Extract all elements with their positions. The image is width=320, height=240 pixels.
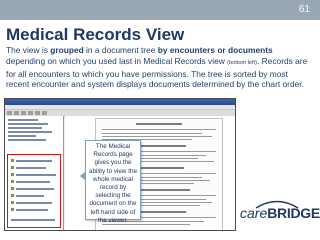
tree-item[interactable] <box>16 181 50 183</box>
doc-text-line <box>102 136 212 137</box>
desc-bold-encounters: by encounters or documents <box>157 45 273 55</box>
doc-text-line <box>102 133 202 134</box>
toolbar-button[interactable] <box>21 111 26 115</box>
tree-item[interactable] <box>16 160 52 162</box>
tree-node-icon <box>11 208 14 211</box>
toolbar-button[interactable] <box>7 111 12 115</box>
desc-text-3: depending on which you used last in Medi… <box>6 55 228 66</box>
logo-arc-icon <box>255 200 299 209</box>
slide-description: The view is grouped in a document tree b… <box>6 45 312 90</box>
desc-text-2: in a document tree <box>83 45 158 55</box>
doc-rule <box>102 129 216 130</box>
tree-item[interactable] <box>8 119 38 121</box>
desc-bold-grouped: grouped <box>50 45 84 55</box>
document-tree-pane <box>5 116 64 230</box>
top-bar: 61 <box>0 0 320 20</box>
tree-node-icon <box>11 173 14 176</box>
tree-node-icon <box>11 159 14 162</box>
slide-title: Medical Records View <box>6 25 185 44</box>
page-number: 61 <box>298 4 310 15</box>
tree-item[interactable] <box>16 174 56 176</box>
carebridge-logo: careBRIDGE <box>240 200 320 229</box>
tree-node-icon <box>11 166 14 169</box>
tree-item[interactable] <box>8 123 48 125</box>
toolbar-button[interactable] <box>35 111 40 115</box>
tree-node-icon <box>11 180 14 183</box>
tree-item[interactable] <box>8 135 36 137</box>
document-tree-highlight <box>7 154 61 228</box>
toolbar-button[interactable] <box>14 111 19 115</box>
tree-item[interactable] <box>16 188 54 190</box>
doc-heading <box>136 123 182 125</box>
tree-grouping-toggle[interactable] <box>11 219 55 221</box>
callout-text: The Medical Records page gives you the a… <box>89 143 137 224</box>
tree-item[interactable] <box>8 127 42 129</box>
toolbar-button[interactable] <box>42 111 47 115</box>
tree-item[interactable] <box>16 209 48 211</box>
toolbar-button[interactable] <box>28 111 33 115</box>
tree-item[interactable] <box>8 131 52 133</box>
tree-item[interactable] <box>16 195 44 197</box>
tree-item[interactable] <box>8 139 46 141</box>
tree-item[interactable] <box>16 202 52 204</box>
tree-node-icon <box>11 194 14 197</box>
desc-small-note: (bottom left) <box>227 59 257 66</box>
desc-text-1: The view is <box>6 45 51 55</box>
callout-pointer <box>80 171 86 181</box>
tree-item[interactable] <box>16 167 46 169</box>
callout-box: The Medical Records page gives you the a… <box>80 140 141 224</box>
tree-node-icon <box>11 187 14 190</box>
tree-node-icon <box>11 201 14 204</box>
